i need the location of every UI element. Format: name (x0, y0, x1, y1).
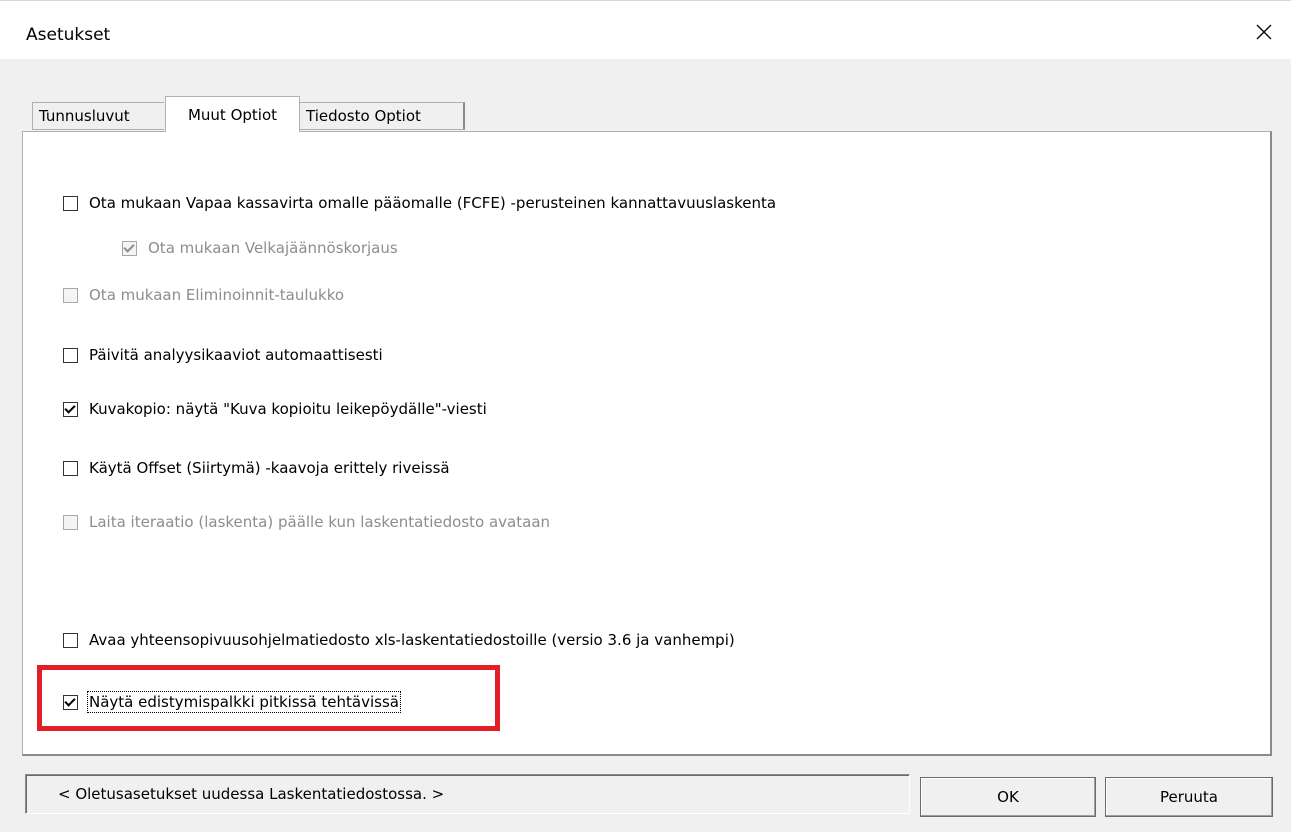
status-text: < Oletusasetukset uudessa Laskentatiedos… (58, 785, 445, 803)
checkbox-fcfe[interactable] (63, 195, 78, 211)
option-yhteensopivuus-label: Avaa yhteensopivuusohjelmatiedosto xls-l… (89, 631, 735, 649)
dialog-title: Asetukset (26, 25, 111, 45)
option-velkajaannoskorjaus-label: Ota mukaan Velkajäännöskorjaus (148, 239, 398, 257)
tab-tunnusluvut[interactable]: Tunnusluvut (32, 102, 164, 130)
tab-tiedosto-optiot[interactable]: Tiedosto Optiot (300, 102, 465, 130)
option-iteraatio-label: Laita iteraatio (laskenta) päälle kun la… (89, 513, 551, 531)
option-yhteensopivuus[interactable]: Avaa yhteensopivuusohjelmatiedosto xls-l… (63, 628, 735, 652)
option-fcfe-label: Ota mukaan Vapaa kassavirta omalle pääom… (89, 194, 777, 212)
option-offset-kaavat[interactable]: Käytä Offset (Siirtymä) -kaavoja erittel… (63, 456, 450, 480)
option-paivita-kaaviot[interactable]: Päivitä analyysikaaviot automaattisesti (63, 343, 383, 367)
option-velkajaannoskorjaus[interactable]: Ota mukaan Velkajäännöskorjaus (122, 236, 398, 260)
cancel-button[interactable]: Peruuta (1105, 777, 1273, 817)
checkbox-edistymispalkki[interactable] (63, 694, 78, 710)
option-edistymispalkki-label: Näytä edistymispalkki pitkissä tehtäviss… (87, 691, 401, 713)
tab-muut-optiot[interactable]: Muut Optiot (165, 96, 300, 132)
option-offset-kaavat-label: Käytä Offset (Siirtymä) -kaavoja erittel… (89, 459, 450, 477)
checkbox-offset-kaavat[interactable] (63, 460, 78, 476)
option-fcfe[interactable]: Ota mukaan Vapaa kassavirta omalle pääom… (63, 191, 776, 215)
checkbox-paivita-kaaviot[interactable] (63, 347, 78, 363)
option-paivita-kaaviot-label: Päivitä analyysikaaviot automaattisesti (89, 346, 383, 364)
tab-panel-muut-optiot: Ota mukaan Vapaa kassavirta omalle pääom… (22, 131, 1272, 756)
option-kuvakopio-label: Kuvakopio: näytä "Kuva kopioitu leikepöy… (89, 400, 487, 418)
close-icon (1256, 24, 1272, 40)
status-text-box: < Oletusasetukset uudessa Laskentatiedos… (25, 774, 910, 814)
checkbox-yhteensopivuus[interactable] (63, 632, 78, 648)
close-button[interactable] (1247, 15, 1281, 49)
ok-button[interactable]: OK (920, 777, 1096, 817)
checkbox-kuvakopio[interactable] (63, 401, 78, 417)
option-kuvakopio[interactable]: Kuvakopio: näytä "Kuva kopioitu leikepöy… (63, 397, 487, 421)
title-bar: Asetukset (0, 1, 1291, 59)
checkbox-velkajaannoskorjaus[interactable] (122, 240, 137, 256)
option-eliminoinnit-label: Ota mukaan Eliminoinnit-taulukko (89, 286, 345, 304)
option-iteraatio[interactable]: Laita iteraatio (laskenta) päälle kun la… (63, 510, 550, 534)
checkbox-eliminoinnit[interactable] (63, 287, 78, 303)
settings-dialog: Asetukset Tunnusluvut Muut Optiot Tiedos… (0, 0, 1291, 832)
option-edistymispalkki[interactable]: Näytä edistymispalkki pitkissä tehtäviss… (63, 690, 401, 714)
checkbox-iteraatio[interactable] (63, 514, 78, 530)
option-eliminoinnit[interactable]: Ota mukaan Eliminoinnit-taulukko (63, 283, 344, 307)
